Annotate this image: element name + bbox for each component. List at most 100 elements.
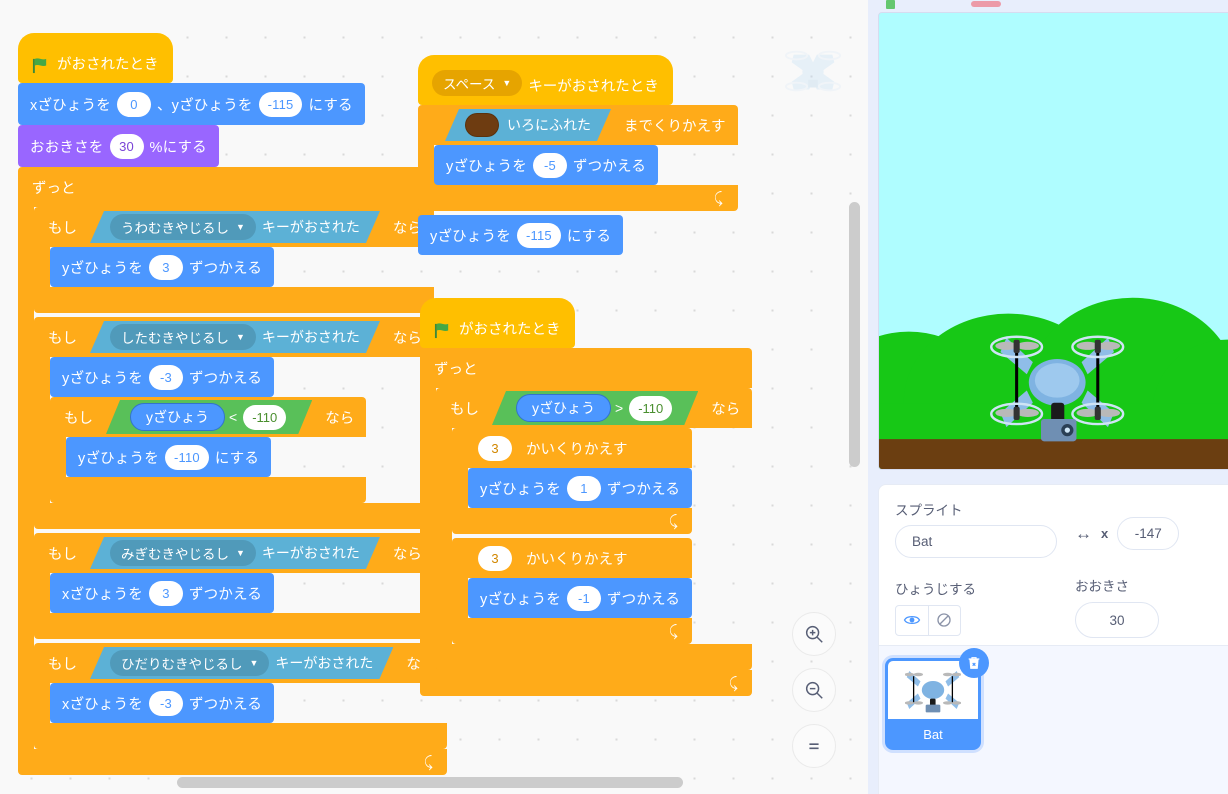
change-y-input[interactable]: -3 [148,364,183,390]
green-flag-icon[interactable] [886,0,895,9]
set-y-label: yざひょうを [78,450,159,467]
block-repeat-3-up[interactable]: 3 かいくりかえす yざひょうを 1 ずつかえる ⤸ [452,428,693,534]
script-green-flag-hover[interactable]: がおされたとき ずっと もし yざひょう > -110 なら 3 かいくりかえす… [420,298,753,696]
set-y-input[interactable]: -110 [164,444,209,470]
sprite-card-bat[interactable]: Bat [885,648,989,750]
block-repeat-until-color[interactable]: いろにふれた までくりかえす yざひょうを -5 ずつかえる ⤸ [418,105,738,211]
block-if-left-arrow[interactable]: もし ひだりむきやじるし ▼ キーがおされた なら [34,643,448,749]
condition-key-pressed-down[interactable]: したむきやじるし ▼ キーがおされた [90,321,380,353]
change-y-input[interactable]: 1 [566,475,601,501]
block-if-y-greater-than[interactable]: もし yざひょう > -110 なら 3 かいくりかえす yざひょうを 1 ずつ… [436,388,753,670]
if-label: もし [450,401,479,418]
block-forever[interactable]: ずっと もし うわむきやじるし ▼ キーがおされた なら yざひょうを 3 ずつ… [18,167,448,775]
set-size-input[interactable]: 30 [109,133,144,159]
nested-if-label: もし [64,410,93,427]
stage[interactable] [878,12,1228,470]
block-goto-xy[interactable]: xざひょうを 0 、 yざひょうを -115 にする [18,83,365,129]
key-dropdown-up[interactable]: うわむきやじるし ▼ [110,214,256,240]
key-dropdown-label: みぎむきやじるし [121,547,229,562]
zoom-out-icon[interactable] [792,668,836,712]
green-flag-icon [32,57,49,74]
goto-y-input[interactable]: -115 [258,91,303,117]
change-y-suffix: ずつかえる [188,370,263,387]
condition-key-pressed-right[interactable]: みぎむきやじるし ▼ キーがおされた [90,537,380,569]
key-dropdown-label: ひだりむきやじるし [121,657,243,672]
key-dropdown-left[interactable]: ひだりむきやじるし ▼ [110,650,269,676]
eye-slash-icon[interactable] [927,605,961,635]
condition-key-pressed-up[interactable]: うわむきやじるし ▼ キーがおされた [90,211,380,243]
block-forever[interactable]: ずっと もし yざひょう > -110 なら 3 かいくりかえす yざひょうを … [420,348,753,696]
sprite-size-input[interactable]: 30 [1075,602,1159,638]
loop-arrow-icon: ⤸ [729,674,739,692]
repeat-count-input[interactable]: 3 [478,435,512,461]
change-x-suffix: ずつかえる [188,586,263,603]
block-set-y-minus115[interactable]: yざひょうを -115 にする [418,215,624,255]
zoom-in-icon[interactable] [792,612,836,656]
script-green-flag-movement[interactable]: がおされたとき xざひょうを 0 、 yざひょうを -115 にする おおきさを… [18,33,448,775]
block-change-y-minus5[interactable]: yざひょうを -5 ずつかえる [434,145,659,185]
change-x-input[interactable]: -3 [148,690,183,716]
condition-less-than[interactable]: yざひょう < -110 [106,400,312,434]
block-set-y-minus110[interactable]: yざひょうを -110 にする [66,437,272,477]
sprite-panel-title: スプライト [895,503,963,518]
goto-x-input[interactable]: 0 [116,91,151,117]
script-space-key[interactable]: スペース ▼ キーがおされたとき いろにふれた までくりかえす yざひょうを -… [418,55,738,255]
hat-key-pressed-space[interactable]: スペース ▼ キーがおされたとき [418,55,673,105]
block-change-y-minus1[interactable]: yざひょうを -1 ずつかえる [468,578,693,618]
block-change-x-minus3[interactable]: xざひょうを -3 ずつかえる [50,683,275,723]
color-swatch[interactable] [465,113,499,137]
eye-icon[interactable] [896,606,928,635]
condition-touching-color[interactable]: いろにふれた [445,109,611,141]
horizontal-scrollbar[interactable] [177,777,683,788]
key-dropdown-down[interactable]: したむきやじるし ▼ [110,324,256,350]
block-if-right-arrow[interactable]: もし みぎむきやじるし ▼ キーがおされた なら xざひょうを 3 ずつかえる [34,533,434,639]
repeat-until-suffix: までくりかえす [624,118,726,135]
goto-suffix: にする [308,97,353,114]
change-y-label: yざひょうを [62,370,143,387]
nested-if-then: なら [325,410,355,427]
block-change-x-3[interactable]: xざひょうを 3 ずつかえる [50,573,275,613]
change-y-suffix: ずつかえる [606,591,681,608]
hat-green-flag-clicked[interactable]: がおされたとき [18,33,173,83]
variable-y-position[interactable]: yざひょう [516,394,611,422]
block-change-y-minus3[interactable]: yざひょうを -3 ずつかえる [50,357,275,401]
block-if-up-arrow[interactable]: もし うわむきやじるし ▼ キーがおされた なら yざひょうを 3 ずつかえる [34,207,434,313]
if1-label: もし [48,220,77,237]
repeat-count-input[interactable]: 3 [478,545,512,571]
block-if-down-arrow[interactable]: もし したむきやじるし ▼ キーがおされた なら yざひょうを -3 ずつかえる… [34,317,434,529]
sprite-x-input[interactable]: -147 [1117,517,1180,550]
key-dropdown-right[interactable]: みぎむきやじるし ▼ [110,540,256,566]
key-dropdown-space[interactable]: スペース ▼ [432,70,523,96]
condition-key-pressed-left[interactable]: ひだりむきやじるし ▼ キーがおされた [90,647,393,679]
if3-then: なら [392,546,422,563]
trash-icon[interactable] [959,648,989,678]
operator-right-input[interactable]: -110 [629,396,672,421]
goto-y-label: yざひょうを [171,97,253,114]
block-if-y-less-than[interactable]: もし yざひょう < -110 なら yざひょうを -110 にする [50,397,367,503]
condition-greater-than[interactable]: yざひょう > -110 [492,391,698,425]
zoom-reset-icon[interactable] [792,724,836,768]
change-y-input[interactable]: 3 [148,254,183,280]
visibility-toggle[interactable] [895,604,961,636]
zoom-controls [792,612,836,768]
change-y-input[interactable]: -1 [566,585,601,611]
stop-button-icon[interactable] [971,1,1001,7]
variable-y-position[interactable]: yざひょう [130,403,225,431]
code-canvas[interactable]: がおされたとき xざひょうを 0 、 yざひょうを -115 にする おおきさを… [0,0,868,794]
change-y-input[interactable]: -5 [532,152,567,178]
sprite-list[interactable]: Bat [878,646,1228,794]
change-x-label: xざひょうを [62,586,143,603]
block-set-size[interactable]: おおきさを 30 %にする [18,125,219,171]
key-pressed-suffix: キーがおされた [275,655,374,671]
set-y-input[interactable]: -115 [516,222,561,248]
forever-label: ずっと [32,180,76,197]
block-change-y-3[interactable]: yざひょうを 3 ずつかえる [50,247,275,287]
change-x-input[interactable]: 3 [148,580,183,606]
block-repeat-3-down[interactable]: 3 かいくりかえす yざひょうを -1 ずつかえる ⤸ [452,538,693,644]
sprite-name-input[interactable]: Bat [895,525,1057,558]
vertical-scrollbar[interactable] [849,202,860,467]
block-change-y-1[interactable]: yざひょうを 1 ずつかえる [468,468,693,508]
hat-green-flag-clicked[interactable]: がおされたとき [420,298,575,348]
if2-label: もし [48,330,77,347]
operator-right-input[interactable]: -110 [243,405,286,430]
